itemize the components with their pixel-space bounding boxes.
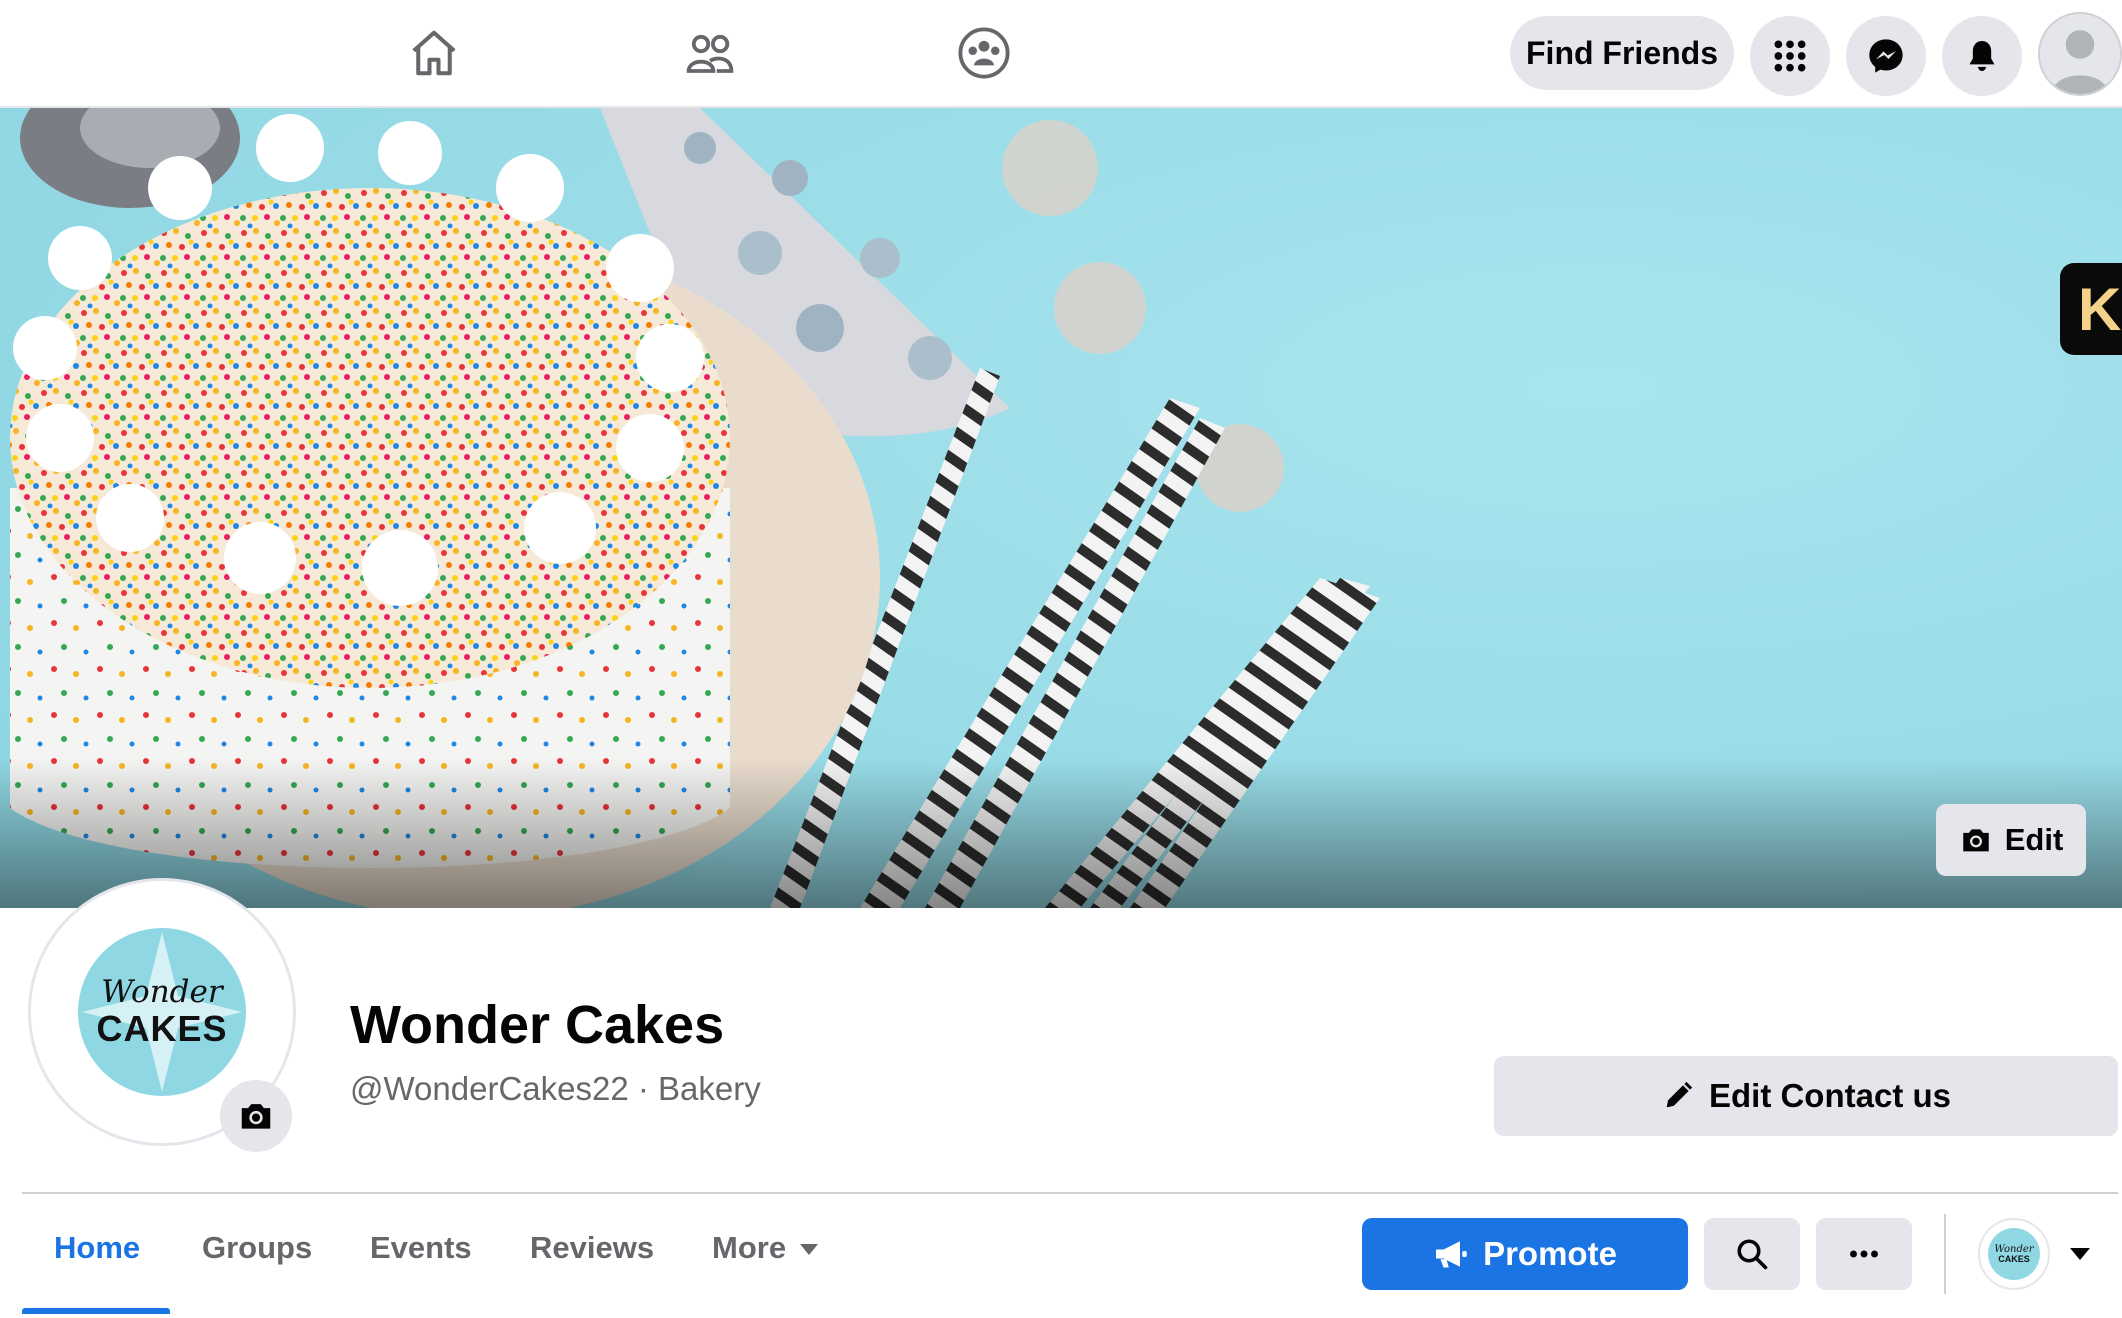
side-badge-letter: K [2078,275,2122,343]
promote-button[interactable]: Promote [1362,1218,1688,1290]
edit-cover-label: Edit [2004,822,2064,857]
tab-reviews[interactable]: Reviews [530,1230,654,1266]
tab-more[interactable]: More [712,1230,819,1266]
chevron-down-icon [800,1244,819,1256]
menu-button[interactable] [1750,16,1830,96]
messenger-icon [1869,39,1903,73]
tab-groups[interactable]: Groups [202,1230,312,1266]
find-friends-label: Find Friends [1526,34,1718,71]
friends-icon[interactable] [672,22,748,84]
side-extension-badge[interactable]: K [2060,263,2122,355]
search-button[interactable] [1704,1218,1800,1290]
tab-more-label: More [712,1230,787,1265]
megaphone-icon [1436,1241,1467,1268]
more-options-button[interactable] [1816,1218,1912,1290]
mini-wonder-cakes-logo: Wonder CAKES [1988,1228,2040,1280]
search-icon [1737,1239,1768,1270]
cover-gradient [0,758,2122,908]
top-navigation-bar: Find Friends [0,0,2122,108]
edit-cover-button[interactable]: Edit [1936,804,2086,876]
mini-logo-script: Wonder [1994,1243,2034,1255]
profile-avatar-icon [2040,14,2120,94]
switch-profile-avatar[interactable]: Wonder CAKES [1978,1218,2050,1290]
page-username-category: @WonderCakes22 · Bakery [350,1070,761,1107]
tab-home[interactable]: Home [54,1230,140,1266]
page-title: Wonder Cakes [350,995,725,1055]
update-profile-picture-button[interactable] [220,1080,292,1152]
section-divider [22,1192,2118,1194]
camera-icon [1962,829,1989,852]
grid-menu-icon [1774,40,1806,72]
messenger-button[interactable] [1846,16,1926,96]
account-avatar[interactable] [2038,12,2122,96]
ellipsis-icon [1850,1250,1878,1258]
notifications-button[interactable] [1942,16,2022,96]
mini-logo-caps: CAKES [1998,1253,2030,1264]
wonder-cakes-logo: Wonder CAKES [78,928,246,1096]
camera-icon [241,1104,271,1129]
chevron-down-icon[interactable] [2070,1248,2090,1260]
groups-icon[interactable] [946,22,1022,84]
bell-icon [1969,41,1995,71]
toolbar-separator [1944,1214,1946,1294]
find-friends-button[interactable]: Find Friends [1510,16,1734,90]
promote-label: Promote [1483,1235,1617,1272]
tab-events[interactable]: Events [370,1230,472,1266]
active-tab-indicator [22,1308,170,1314]
logo-caps-text: CAKES [96,1008,228,1049]
edit-contact-button[interactable]: Edit Contact us [1494,1056,2118,1136]
home-icon[interactable] [396,22,472,84]
cover-photo: K Edit [0,108,2122,908]
edit-contact-label: Edit Contact us [1708,1077,1951,1114]
pencil-icon [1666,1081,1693,1108]
logo-script-text: Wonder [101,974,223,1010]
